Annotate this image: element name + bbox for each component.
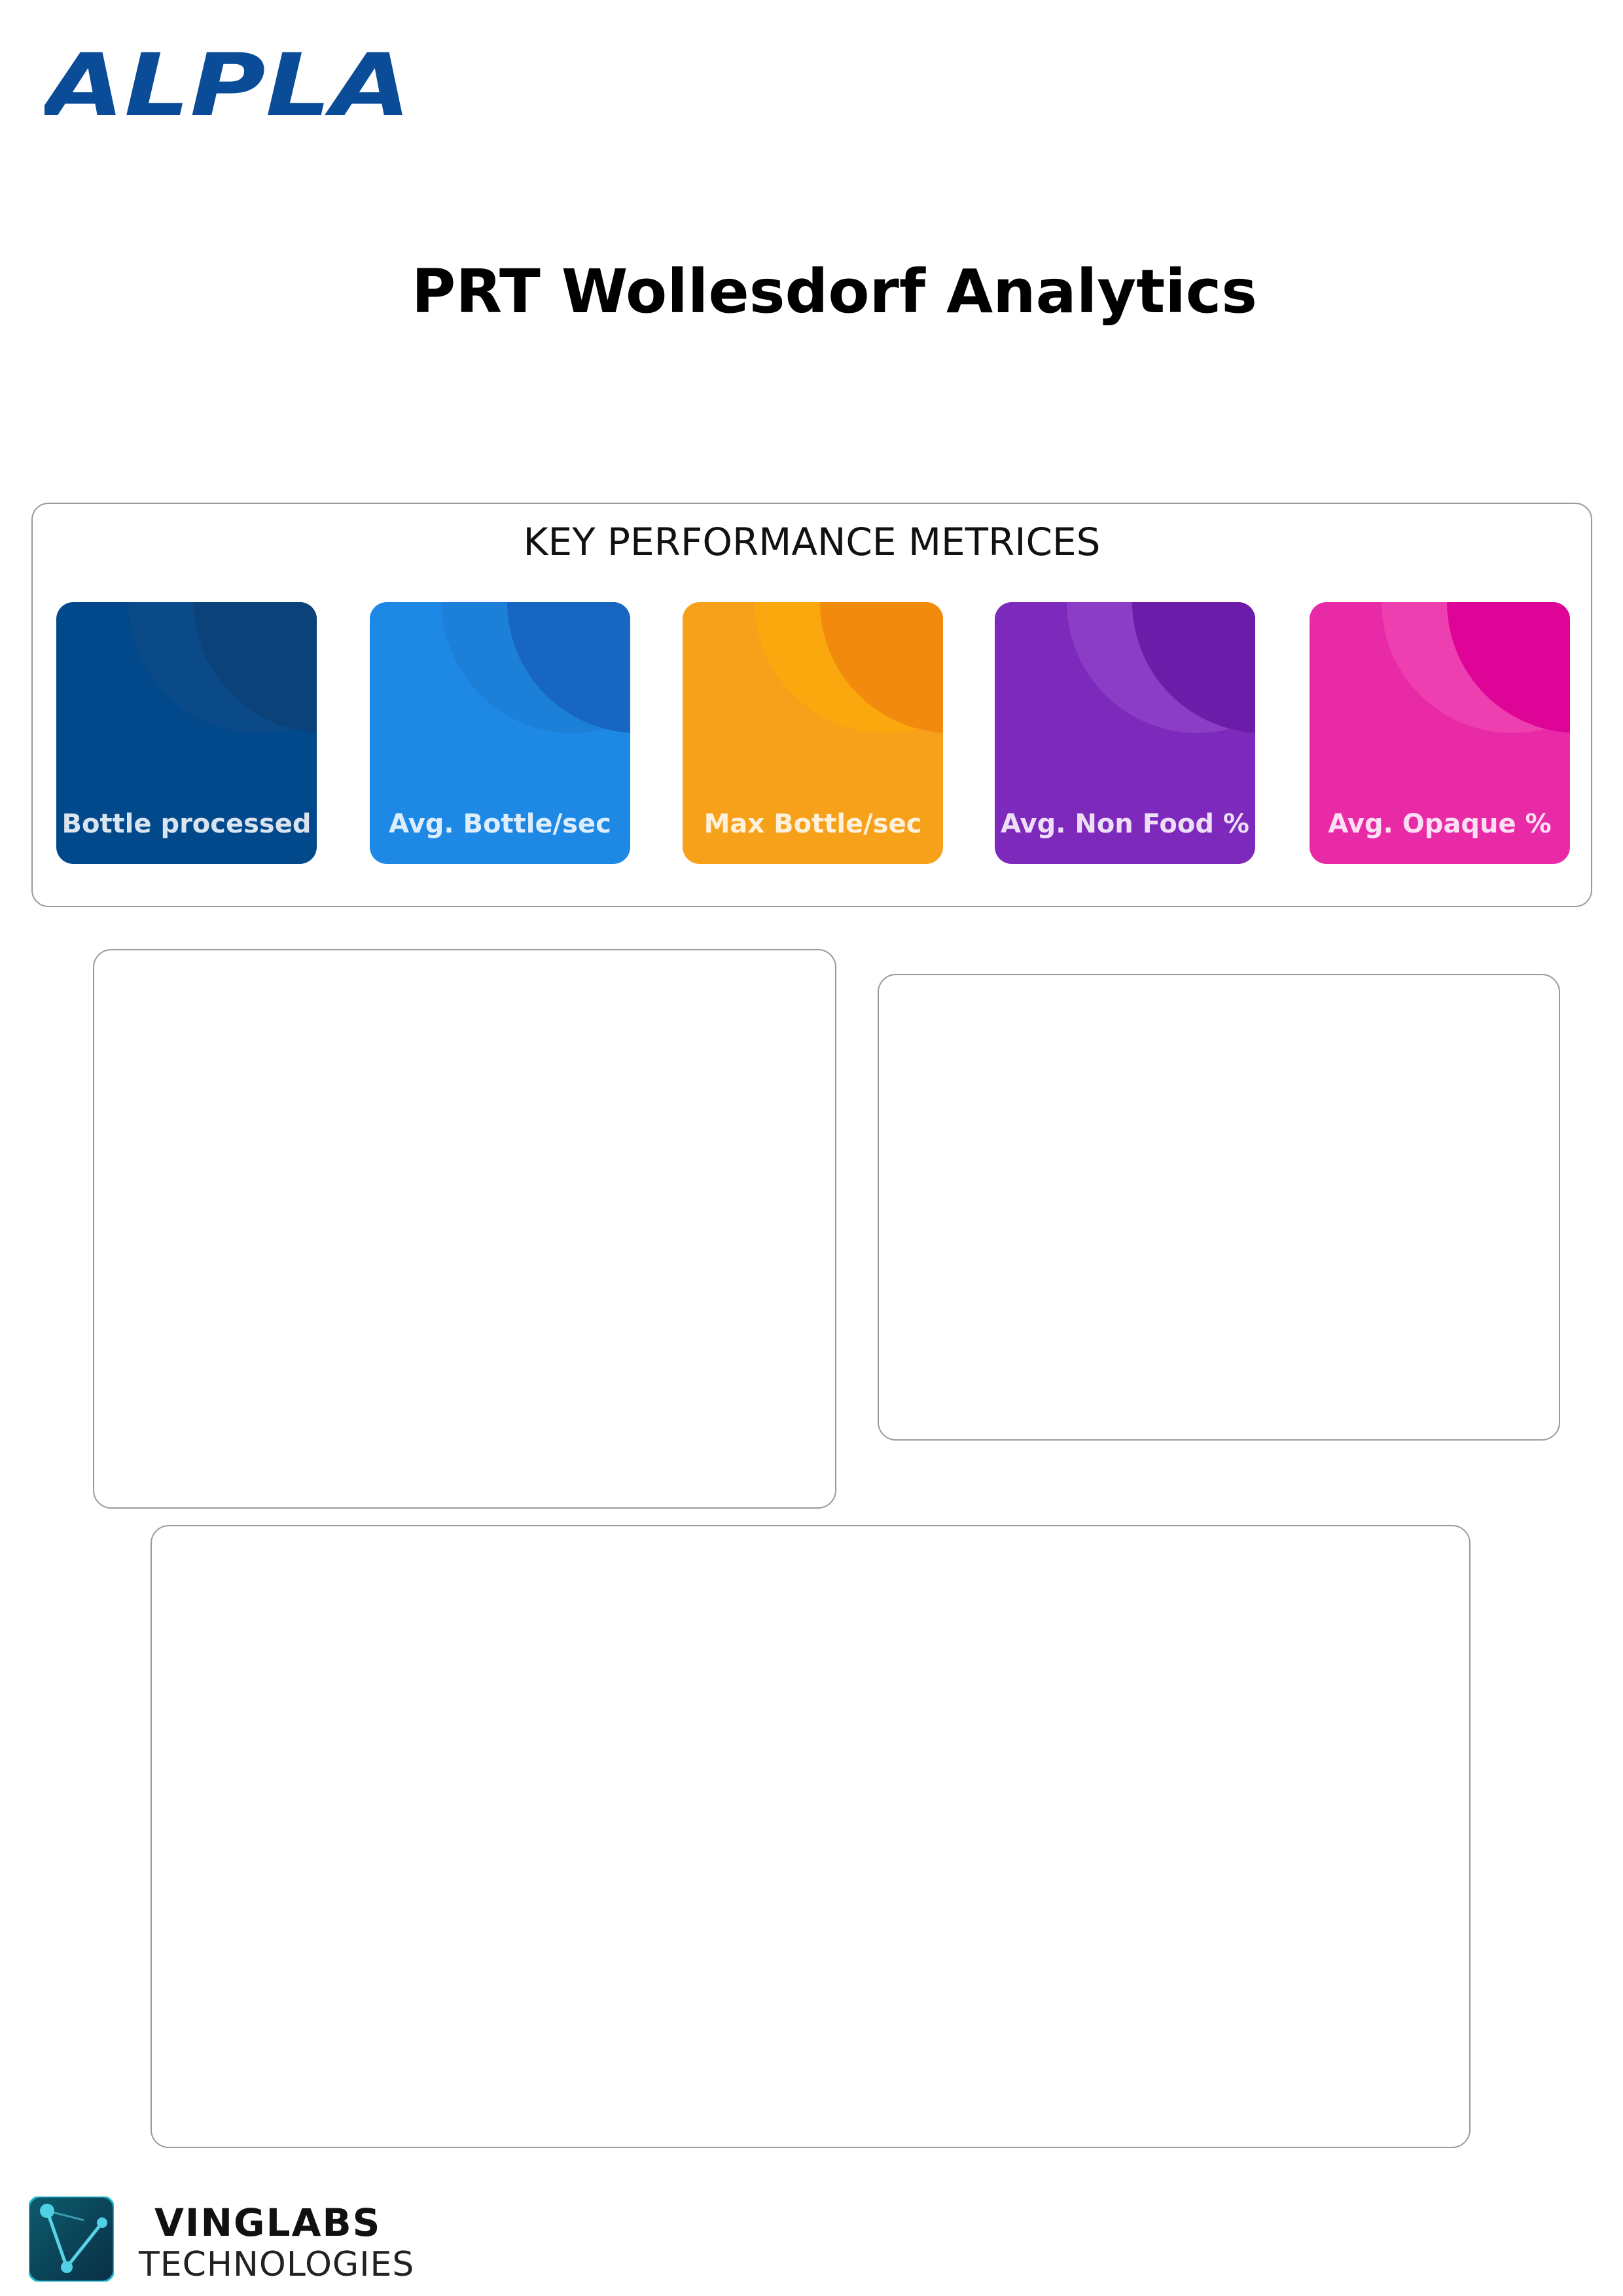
kpi-label: Avg. Non Food % xyxy=(1000,809,1250,839)
kpi-label: Avg. Opaque % xyxy=(1328,809,1552,839)
chart-panel-left xyxy=(93,949,836,1509)
kpi-label: Bottle processed xyxy=(62,809,312,839)
alpla-logo-mark: ALPLA xyxy=(45,46,411,122)
alpla-logo: ALPLA xyxy=(45,46,414,122)
chart-panel-right xyxy=(878,974,1560,1441)
kpi-label: Max Bottle/sec xyxy=(704,809,922,839)
kpi-card-avg-non-food[interactable]: Avg. Non Food % xyxy=(995,602,1255,864)
alpla-logo-text: ALPLA xyxy=(45,46,411,122)
kpi-heading: KEY PERFORMANCE METRICES xyxy=(523,520,1101,564)
vinglabs-logo-icon xyxy=(27,2195,115,2283)
kpi-label: Avg. Bottle/sec xyxy=(389,809,611,839)
kpi-card-avg-opaque[interactable]: Avg. Opaque % xyxy=(1310,602,1570,864)
footer-company-name: VINGLABS xyxy=(154,2200,382,2245)
footer-tagline: TECHNOLOGIES xyxy=(139,2245,415,2284)
kpi-card-max-bottle-sec[interactable]: Max Bottle/sec xyxy=(683,602,943,864)
page-title: PRT Wollesdorf Analytics xyxy=(411,257,1258,327)
kpi-card-avg-bottle-sec[interactable]: Avg. Bottle/sec xyxy=(370,602,630,864)
chart-panel-bottom xyxy=(151,1525,1471,2148)
kpi-card-bottle-processed[interactable]: Bottle processed xyxy=(56,602,317,864)
kpi-panel: KEY PERFORMANCE METRICES Bottle processe… xyxy=(31,503,1592,907)
